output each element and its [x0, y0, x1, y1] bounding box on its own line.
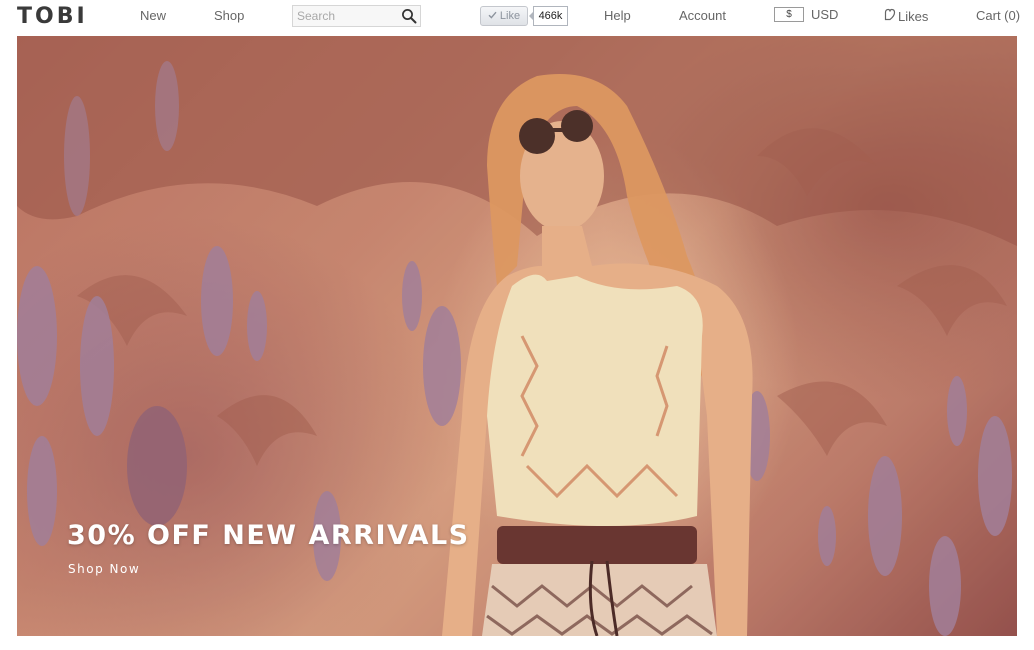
- likes-label: Likes: [898, 8, 929, 24]
- nav-help[interactable]: Help: [604, 8, 631, 23]
- facebook-like-button[interactable]: Like: [480, 6, 528, 26]
- tobi-logo[interactable]: TOBI: [17, 2, 88, 30]
- nav-account[interactable]: Account: [679, 8, 726, 23]
- search-box: [292, 5, 421, 27]
- currency-selector[interactable]: $ USD: [774, 7, 838, 22]
- nav-shop[interactable]: Shop: [214, 8, 244, 23]
- heart-tag-icon: [883, 8, 896, 24]
- currency-symbol: $: [774, 7, 804, 22]
- search-icon[interactable]: [401, 8, 417, 24]
- nav-cart[interactable]: Cart (0): [976, 8, 1020, 23]
- nav-likes[interactable]: Likes: [883, 8, 928, 24]
- top-navigation: TOBI New Shop Like 466k Help Account $ U…: [0, 0, 1034, 32]
- shop-now-link[interactable]: Shop Now: [68, 562, 140, 576]
- facebook-like-label: Like: [499, 10, 521, 22]
- hero-headline: 30% OFF NEW ARRIVALS: [67, 520, 470, 551]
- currency-code: USD: [811, 7, 839, 22]
- search-input[interactable]: [293, 6, 397, 26]
- hero-banner[interactable]: 30% OFF NEW ARRIVALS Shop Now: [17, 36, 1017, 636]
- nav-new[interactable]: New: [140, 8, 166, 23]
- facebook-like-count: 466k: [529, 6, 568, 26]
- check-icon: [488, 10, 497, 22]
